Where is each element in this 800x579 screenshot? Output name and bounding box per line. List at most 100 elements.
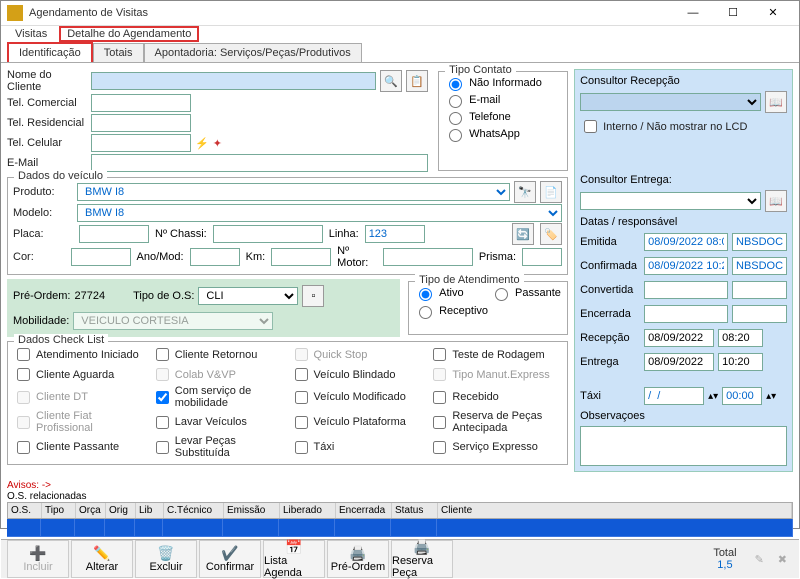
menu-visitas[interactable]: Visitas: [7, 26, 55, 42]
val-emitida-dt[interactable]: [644, 233, 728, 251]
input-tel-celular[interactable]: [91, 134, 191, 152]
check-item[interactable]: Lavar Veículos: [152, 410, 285, 434]
grid-col-header[interactable]: Orig: [106, 503, 136, 518]
input-linha[interactable]: [365, 225, 425, 243]
radio-passante[interactable]: [495, 288, 508, 301]
grid-col-header[interactable]: Encerrada: [336, 503, 392, 518]
select-consultor-recepcao[interactable]: [580, 93, 761, 111]
input-nome-cliente[interactable]: [91, 72, 376, 90]
tab-totais[interactable]: Totais: [93, 43, 144, 62]
check-item[interactable]: Com serviço de mobilidade: [152, 385, 285, 409]
input-anomod[interactable]: [190, 248, 240, 266]
grid-col-header[interactable]: Cliente: [438, 503, 792, 518]
tab-identificacao[interactable]: Identificação: [7, 42, 93, 62]
checkbox[interactable]: [17, 368, 30, 381]
grid-col-header[interactable]: Orça: [76, 503, 106, 518]
checkbox[interactable]: [433, 391, 446, 404]
input-tel-residencial[interactable]: [91, 114, 191, 132]
val-entrega-h[interactable]: [718, 353, 763, 371]
check-item[interactable]: Veículo Blindado: [291, 365, 424, 384]
input-cor[interactable]: [71, 248, 131, 266]
check-item[interactable]: Teste de Rodagem: [429, 345, 562, 364]
radio-receptivo[interactable]: [419, 306, 432, 319]
check-item[interactable]: Veículo Modificado: [291, 385, 424, 409]
maximize-button[interactable]: ☐: [713, 1, 753, 25]
menu-detalhe[interactable]: Detalhe do Agendamento: [59, 26, 199, 42]
checkbox[interactable]: [295, 416, 308, 429]
select-produto[interactable]: BMW I8: [77, 183, 510, 201]
binoc-icon[interactable]: 🔭: [514, 181, 536, 203]
grid-col-header[interactable]: O.S.: [8, 503, 42, 518]
checkbox[interactable]: [156, 348, 169, 361]
textarea-obs[interactable]: [580, 426, 787, 466]
btn-preordem[interactable]: 🖨️Pré-Ordem: [327, 540, 389, 578]
check-item[interactable]: Veículo Plataforma: [291, 410, 424, 434]
val-confirmada-usr[interactable]: [732, 257, 787, 275]
grid-col-header[interactable]: Lib: [136, 503, 164, 518]
checkbox[interactable]: [295, 391, 308, 404]
val-emitida-usr[interactable]: [732, 233, 787, 251]
radio-nao-informado[interactable]: [449, 78, 462, 91]
check-item[interactable]: Táxi: [291, 435, 424, 459]
taxi-h-stepper[interactable]: ▴▾: [766, 391, 776, 402]
radio-whatsapp[interactable]: [449, 129, 462, 142]
checkbox[interactable]: [156, 441, 169, 454]
doc-icon[interactable]: 📄: [540, 181, 562, 203]
val-encerrada-dt[interactable]: [644, 305, 728, 323]
grid-row[interactable]: [7, 519, 793, 537]
val-taxi-d[interactable]: [644, 387, 704, 405]
book2-icon[interactable]: 📖: [765, 190, 787, 212]
checkbox[interactable]: [17, 348, 30, 361]
radio-telefone[interactable]: [449, 112, 462, 125]
btn-excluir[interactable]: 🗑️Excluir: [135, 540, 197, 578]
checkbox[interactable]: [433, 348, 446, 361]
search-icon[interactable]: 🔍: [380, 70, 402, 92]
check-item[interactable]: Cliente Aguarda: [13, 365, 146, 384]
delete-icon[interactable]: ✖: [772, 553, 793, 566]
check-item[interactable]: Cliente Passante: [13, 435, 146, 459]
tipoos-action-icon[interactable]: ▫: [302, 285, 324, 307]
val-convertida-dt[interactable]: [644, 281, 728, 299]
input-tel-comercial[interactable]: [91, 94, 191, 112]
check-item[interactable]: Recebido: [429, 385, 562, 409]
val-recepcao-h[interactable]: [718, 329, 763, 347]
grid-col-header[interactable]: Liberado: [280, 503, 336, 518]
copy-icon[interactable]: 📋: [406, 70, 428, 92]
radio-ativo[interactable]: [419, 288, 432, 301]
input-email[interactable]: [91, 154, 428, 172]
close-button[interactable]: ✕: [753, 1, 793, 25]
tab-apontadoria[interactable]: Apontadoria: Serviços/Peças/Produtivos: [144, 43, 362, 62]
tag-icon[interactable]: 🏷️: [540, 223, 562, 245]
bolt-icon[interactable]: ⚡: [195, 137, 209, 150]
input-prisma[interactable]: [522, 248, 562, 266]
checkbox[interactable]: [156, 416, 169, 429]
checkbox[interactable]: [295, 441, 308, 454]
btn-lista-agenda[interactable]: 📅Lista Agenda: [263, 540, 325, 578]
btn-alterar[interactable]: ✏️Alterar: [71, 540, 133, 578]
val-recepcao-d[interactable]: [644, 329, 714, 347]
book-icon[interactable]: 📖: [765, 91, 787, 113]
val-confirmada-dt[interactable]: [644, 257, 728, 275]
refresh-icon[interactable]: 🔄: [512, 223, 534, 245]
edit-icon[interactable]: ✎: [749, 553, 770, 566]
input-nmotor[interactable]: [383, 248, 473, 266]
select-consultor-entrega[interactable]: [580, 192, 761, 210]
grid-col-header[interactable]: Status: [392, 503, 438, 518]
radio-email[interactable]: [449, 95, 462, 108]
val-convertida-usr[interactable]: [732, 281, 787, 299]
check-item[interactable]: Levar Peças Substituída: [152, 435, 285, 459]
minimize-button[interactable]: —: [673, 1, 713, 25]
check-interno[interactable]: [584, 120, 597, 133]
sparkle-icon[interactable]: ✦: [213, 137, 222, 150]
checkbox[interactable]: [295, 368, 308, 381]
btn-confirmar[interactable]: ✔️Confirmar: [199, 540, 261, 578]
val-taxi-h[interactable]: [722, 387, 762, 405]
select-tipoos[interactable]: CLI: [198, 287, 298, 305]
val-encerrada-usr[interactable]: [732, 305, 787, 323]
grid-col-header[interactable]: Tipo: [42, 503, 76, 518]
select-mobilidade[interactable]: VEICULO CORTESIA: [73, 312, 273, 330]
input-nchassi[interactable]: [213, 225, 323, 243]
input-placa[interactable]: [79, 225, 149, 243]
checkbox[interactable]: [433, 441, 446, 454]
input-km[interactable]: [271, 248, 331, 266]
